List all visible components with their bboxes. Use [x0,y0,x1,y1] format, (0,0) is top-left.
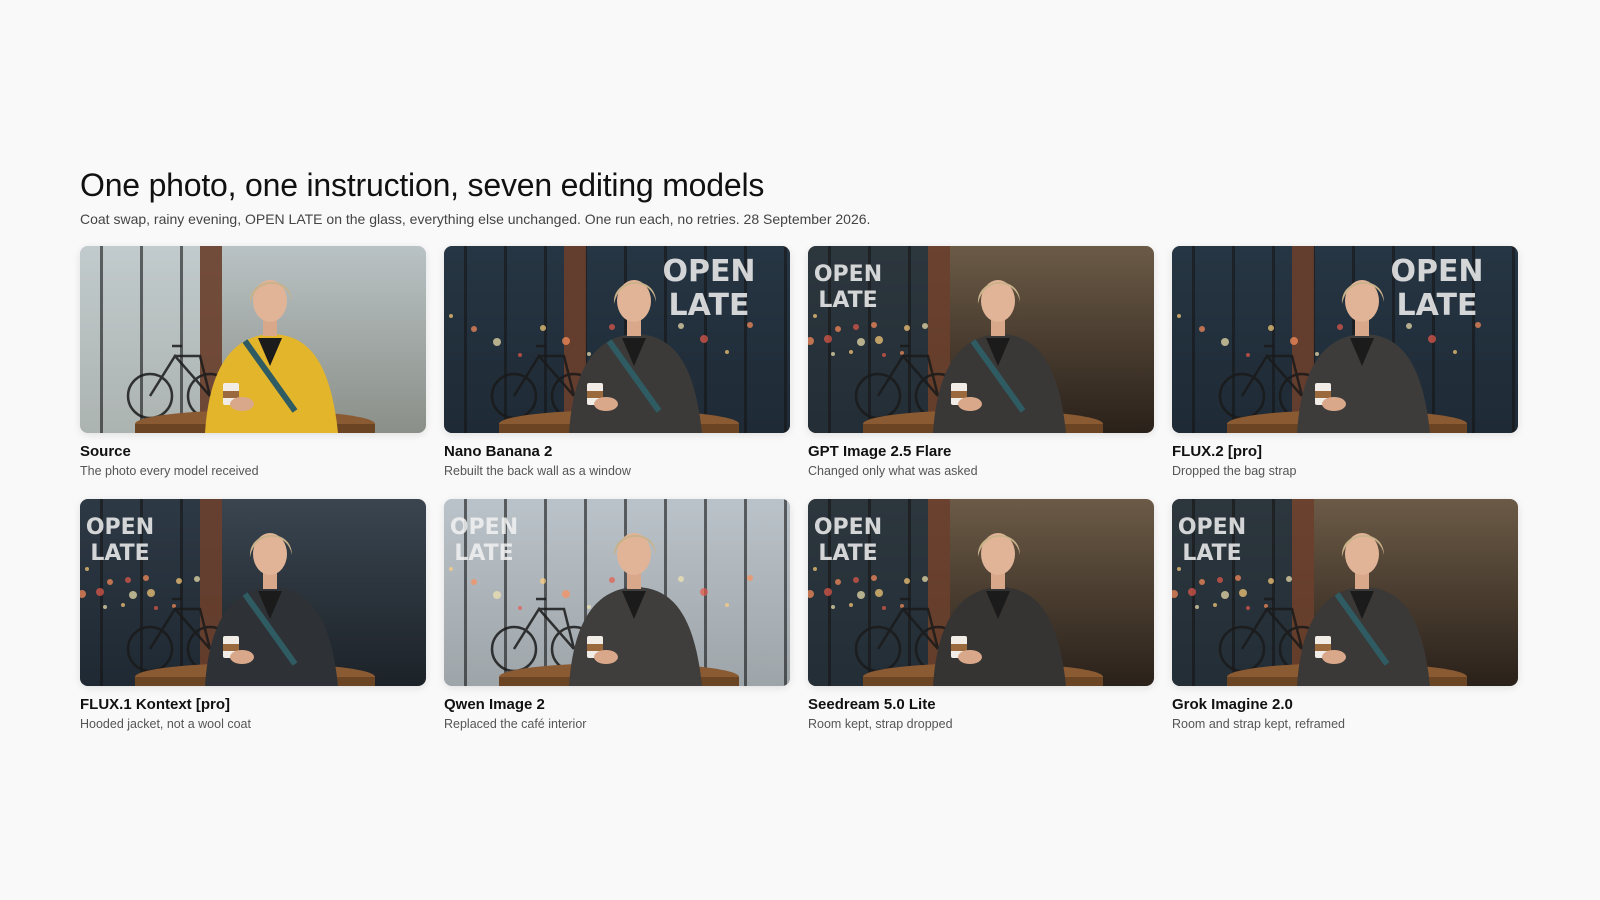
sign-word: LATE [90,541,149,566]
model-name: FLUX.1 Kontext [pro] [80,696,230,713]
result-image[interactable]: OPEN LATE [80,499,426,686]
model-name: Grok Imagine 2.0 [1172,696,1293,713]
result-card[interactable]: OPEN LATE GPT Image 2.5 Flare Changed onl… [808,246,1154,479]
result-image[interactable]: OPEN LATE [444,499,790,686]
model-name: FLUX.2 [pro] [1172,443,1262,460]
sign-word: LATE [818,288,877,313]
result-image[interactable]: OPEN LATE [444,246,790,433]
model-name: Qwen Image 2 [444,696,545,713]
result-card[interactable]: OPEN LATE Seedream 5.0 Lite Room kept, st… [808,499,1154,732]
photo-illustration: OPENLATE [808,499,1154,686]
sign-word: LATE [669,288,750,323]
model-note: Dropped the bag strap [1172,464,1297,478]
model-name: Seedream 5.0 Lite [808,696,936,713]
result-card[interactable]: OPEN LATE Nano Banana 2 Rebuilt the back … [444,246,790,479]
model-note: The photo every model received [80,464,259,478]
result-card[interactable]: Source The photo every model received [80,246,426,479]
result-image[interactable]: OPEN LATE [1172,246,1518,433]
model-note: Hooded jacket, not a wool coat [80,717,251,731]
results-grid: Source The photo every model received OP… [80,246,1520,732]
sign-word: OPEN [86,515,154,540]
result-card[interactable]: OPEN LATE FLUX.1 Kontext [pro] Hooded jac… [80,499,426,732]
sign-word: OPEN [1178,515,1246,540]
photo-illustration: OPENLATE [808,246,1154,433]
result-image[interactable]: OPEN LATE [808,499,1154,686]
model-name: Nano Banana 2 [444,443,553,460]
photo-illustration: OPENLATE [1172,499,1518,686]
sign-word: LATE [1397,288,1478,323]
result-image[interactable] [80,246,426,433]
sign-word: LATE [454,541,513,566]
sign-word: OPEN [814,515,882,540]
photo-illustration [80,246,426,433]
photo-illustration: OPENLATE [444,246,790,433]
photo-illustration: OPENLATE [444,499,790,686]
result-card[interactable]: OPEN LATE Grok Imagine 2.0 Room and strap… [1172,499,1518,732]
result-card[interactable]: OPEN LATE FLUX.2 [pro] Dropped the bag st… [1172,246,1518,479]
sign-word: OPEN [1390,254,1483,289]
photo-illustration: OPENLATE [80,499,426,686]
result-card[interactable]: OPEN LATE Qwen Image 2 Replaced the café … [444,499,790,732]
photo-illustration: OPENLATE [1172,246,1518,433]
sign-word: OPEN [814,262,882,287]
model-note: Room kept, strap dropped [808,717,953,731]
model-note: Rebuilt the back wall as a window [444,464,631,478]
model-name: GPT Image 2.5 Flare [808,443,952,460]
page: One photo, one instruction, seven editin… [80,166,1520,732]
sign-word: OPEN [662,254,755,289]
model-note: Replaced the café interior [444,717,587,731]
model-note: Changed only what was asked [808,464,978,478]
model-note: Room and strap kept, reframed [1172,717,1345,731]
sign-word: LATE [1182,541,1241,566]
result-image[interactable]: OPEN LATE [808,246,1154,433]
page-title: One photo, one instruction, seven editin… [80,167,765,203]
result-image[interactable]: OPEN LATE [1172,499,1518,686]
sign-word: LATE [818,541,877,566]
page-subtitle: Coat swap, rainy evening, OPEN LATE on t… [80,211,871,227]
sign-word: OPEN [450,515,518,540]
model-name: Source [80,443,131,460]
